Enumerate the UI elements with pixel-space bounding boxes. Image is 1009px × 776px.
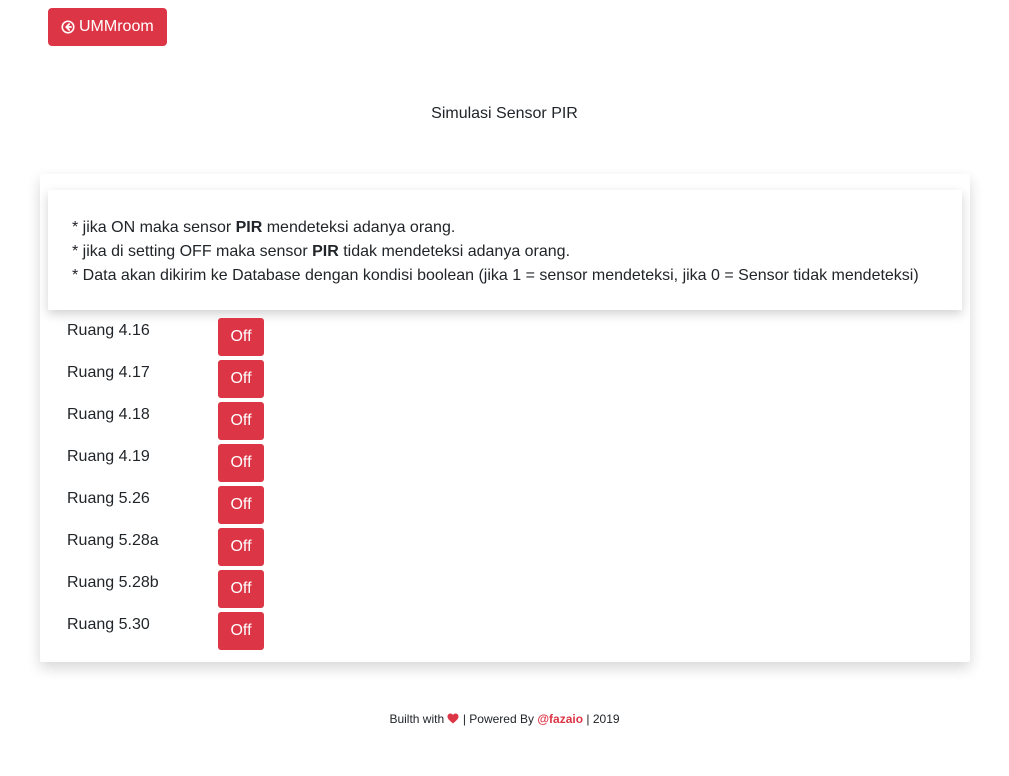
footer: Builth with | Powered By @fazaio | 2019 (0, 712, 1009, 726)
room-row: Ruang 4.17 Off (67, 360, 367, 402)
room-row: Ruang 4.18 Off (67, 402, 367, 444)
room-label: Ruang 4.16 (67, 322, 150, 339)
back-button-label: UMMroom (79, 18, 154, 35)
info-bold: PIR (235, 219, 263, 236)
info-text: mendeteksi adanya orang. (262, 219, 456, 236)
footer-built-with: Builth with (389, 712, 445, 726)
page: UMMroom Simulasi Sensor PIR * jika ON ma… (0, 0, 1009, 776)
back-button[interactable]: UMMroom (48, 8, 167, 46)
room-label: Ruang 4.17 (67, 364, 150, 381)
sensor-toggle-button[interactable]: Off (218, 528, 264, 566)
room-label: Ruang 5.28a (67, 532, 159, 549)
room-label: Ruang 5.30 (67, 616, 150, 633)
info-text: * jika ON maka sensor (72, 219, 236, 236)
info-line-off: * jika di setting OFF maka sensor PIR ti… (72, 240, 938, 264)
footer-powered-by: | Powered By (462, 712, 534, 726)
author-link[interactable]: @fazaio (537, 712, 583, 726)
info-text: * jika di setting OFF maka sensor (72, 243, 313, 260)
info-line-on: * jika ON maka sensor PIR mendeteksi ada… (72, 216, 938, 240)
footer-year: | 2019 (586, 712, 620, 726)
room-row: Ruang 5.26 Off (67, 486, 367, 528)
room-label: Ruang 4.18 (67, 406, 150, 423)
arrow-circle-left-icon (61, 20, 75, 34)
sensor-toggle-button[interactable]: Off (218, 570, 264, 608)
room-row: Ruang 5.28a Off (67, 528, 367, 570)
room-label: Ruang 4.19 (67, 448, 150, 465)
room-row: Ruang 4.16 Off (67, 318, 367, 360)
sensor-toggle-button[interactable]: Off (218, 360, 264, 398)
room-label: Ruang 5.28b (67, 574, 159, 591)
sensor-toggle-button[interactable]: Off (218, 318, 264, 356)
sensor-toggle-button[interactable]: Off (218, 444, 264, 482)
room-list: Ruang 4.16 Off Ruang 4.17 Off Ruang 4.18… (67, 318, 367, 654)
sensor-toggle-button[interactable]: Off (218, 612, 264, 650)
sensor-toggle-button[interactable]: Off (218, 402, 264, 440)
main-card: * jika ON maka sensor PIR mendeteksi ada… (40, 174, 970, 662)
info-text: tidak mendeteksi adanya orang. (338, 243, 571, 260)
room-label: Ruang 5.26 (67, 490, 150, 507)
info-bold: PIR (312, 243, 339, 260)
info-card: * jika ON maka sensor PIR mendeteksi ada… (48, 190, 962, 310)
page-title: Simulasi Sensor PIR (431, 105, 578, 122)
room-row: Ruang 5.28b Off (67, 570, 367, 612)
room-row: Ruang 4.19 Off (67, 444, 367, 486)
room-row: Ruang 5.30 Off (67, 612, 367, 654)
info-line-database: * Data akan dikirim ke Database dengan k… (72, 267, 919, 284)
sensor-toggle-button[interactable]: Off (218, 486, 264, 524)
heart-icon (447, 713, 459, 724)
